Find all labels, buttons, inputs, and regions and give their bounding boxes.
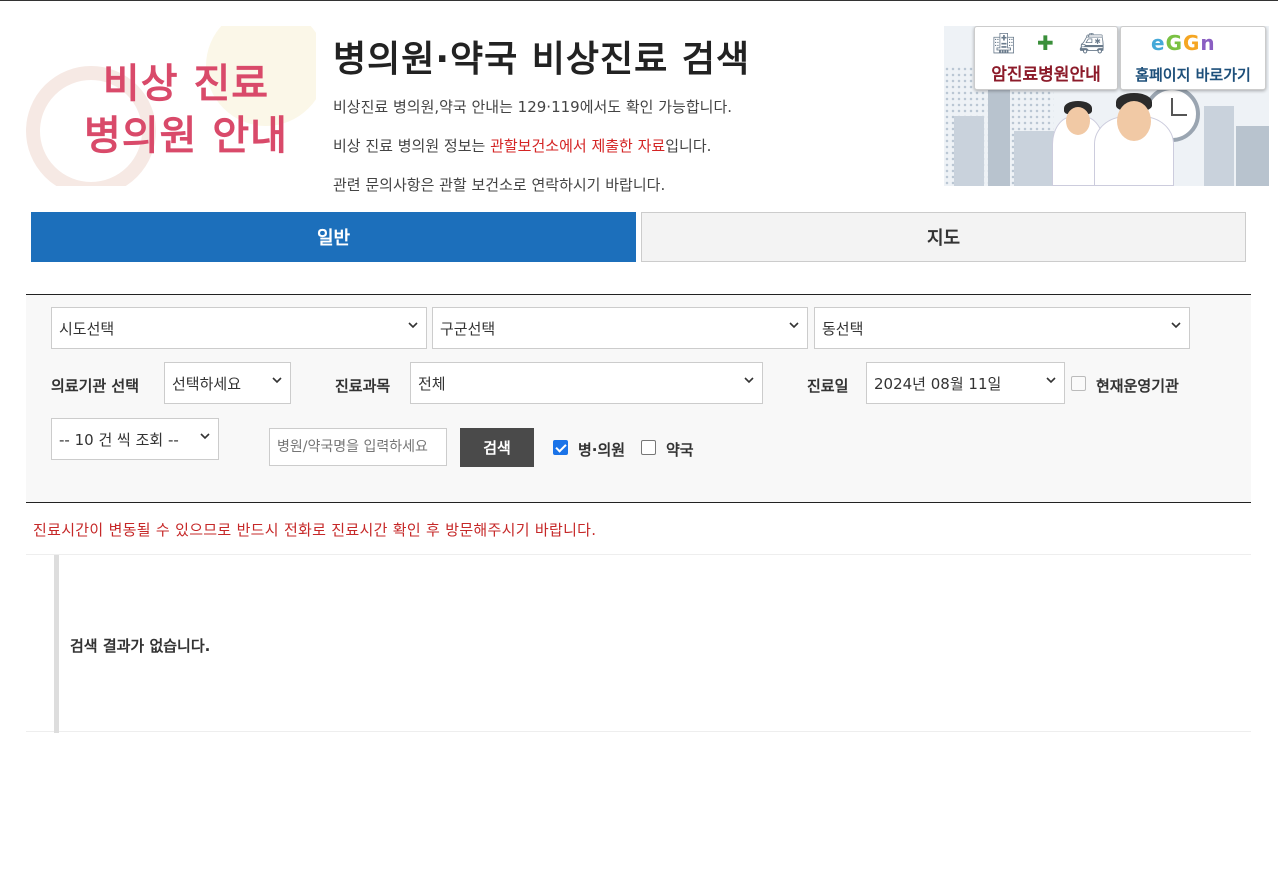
institution-select[interactable]: 선택하세요: [164, 362, 291, 404]
institution-label: 의료기관 선택: [51, 377, 140, 395]
building-graphic: [1236, 126, 1269, 186]
sido-select-value: 시도선택: [59, 319, 115, 338]
logo-letter: G: [1183, 31, 1201, 55]
department-select[interactable]: 전체: [410, 362, 763, 404]
cancer-hospital-link[interactable]: 🏥︎ ✚ 🚑︎ 암진료병원안내: [974, 26, 1118, 90]
results-area: 검색 결과가 없습니다.: [26, 554, 1251, 733]
notice-text: 진료시간이 변동될 수 있으므로 반드시 전화로 진료시간 확인 후 방문해주시…: [33, 521, 597, 539]
dong-select-value: 동선택: [822, 319, 864, 338]
egen-logo: eGGn: [1151, 31, 1216, 55]
page-title: 병의원·약국 비상진료 검색: [333, 39, 751, 80]
hospital-checkbox-label: 병·의원: [578, 441, 626, 459]
hospital-icon: 🏥︎: [991, 31, 1017, 55]
description-text-end: 입니다.: [665, 137, 712, 155]
date-label: 진료일: [807, 377, 849, 395]
description-highlight: 관할보건소에서 제출한 자료: [490, 137, 666, 155]
hospital-checkbox[interactable]: [553, 440, 568, 455]
operating-now-label: 현재운영기관: [1096, 377, 1179, 395]
department-select-value: 전체: [418, 374, 446, 393]
chevron-down-icon: [272, 377, 282, 384]
institution-select-value: 선택하세요: [172, 374, 242, 393]
homepage-label: 홈페이지 바로가기: [1135, 66, 1251, 84]
search-panel: 시도선택 구군선택 동선택 의료기관 선택 선택하세요 진료과목 전체 진료일 …: [26, 294, 1251, 503]
gugun-select-value: 구군선택: [440, 319, 496, 338]
logo-letter: e: [1151, 31, 1166, 55]
doctor-image: [1094, 93, 1174, 186]
name-search-input[interactable]: [269, 428, 447, 466]
chevron-down-icon: [408, 322, 418, 329]
cancer-hospital-label: 암진료병원안내: [991, 65, 1101, 85]
pharmacy-checkbox[interactable]: [641, 440, 656, 455]
date-select-value: 2024년 08월 11일: [874, 374, 1002, 393]
description-line-1: 비상진료 병의원,약국 안내는 129·119에서도 확인 가능합니다.: [333, 98, 733, 116]
building-graphic: [1014, 131, 1054, 186]
description-text: 비상 진료 병의원 정보는: [333, 137, 491, 155]
operating-now-checkbox[interactable]: [1071, 376, 1086, 391]
results-left-bar: [54, 555, 59, 733]
chevron-down-icon: [1171, 322, 1181, 329]
gugun-select[interactable]: 구군선택: [432, 307, 808, 349]
logo-line-2: 병의원 안내: [84, 113, 288, 159]
doctor-face: [1117, 101, 1151, 141]
tab-general[interactable]: 일반: [31, 212, 636, 262]
description-line-3: 관련 문의사항은 관할 보건소로 연락하시기 바랍니다.: [333, 176, 666, 194]
medicine-icon: ✚: [1037, 31, 1054, 55]
logo-letter: n: [1200, 31, 1216, 55]
logo-line-1: 비상 진료: [102, 61, 270, 107]
top-border: [0, 0, 1278, 1]
building-graphic: [954, 116, 984, 186]
chevron-down-icon: [200, 433, 210, 440]
search-button[interactable]: 검색: [460, 428, 534, 467]
chevron-down-icon: [744, 377, 754, 384]
logo-letter: G: [1165, 31, 1183, 55]
page-size-select-value: -- 10 건 씩 조회 --: [59, 430, 179, 449]
header-banner: 🏥︎ ✚ 🚑︎ 암진료병원안내 eGGn 홈페이지 바로가기: [944, 26, 1269, 186]
department-label: 진료과목: [335, 377, 391, 395]
dong-select[interactable]: 동선택: [814, 307, 1190, 349]
sido-select[interactable]: 시도선택: [51, 307, 427, 349]
tab-map[interactable]: 지도: [641, 212, 1246, 262]
pharmacy-checkbox-label: 약국: [666, 441, 694, 459]
chevron-down-icon: [789, 322, 799, 329]
building-graphic: [988, 86, 1010, 186]
homepage-link[interactable]: eGGn 홈페이지 바로가기: [1120, 26, 1266, 90]
chevron-down-icon: [1046, 377, 1056, 384]
date-select[interactable]: 2024년 08월 11일: [866, 362, 1065, 404]
doctor-face: [1066, 107, 1090, 135]
logo-text: 비상 진료 병의원 안내: [61, 58, 311, 162]
description-line-2: 비상 진료 병의원 정보는 관할보건소에서 제출한 자료입니다.: [333, 135, 711, 156]
empty-results-message: 검색 결과가 없습니다.: [70, 637, 211, 655]
logo: 비상 진료 병의원 안내: [6, 26, 316, 186]
page-size-select[interactable]: -- 10 건 씩 조회 --: [51, 418, 219, 460]
ambulance-icon: 🚑︎: [1079, 31, 1105, 55]
building-graphic: [1204, 106, 1234, 186]
